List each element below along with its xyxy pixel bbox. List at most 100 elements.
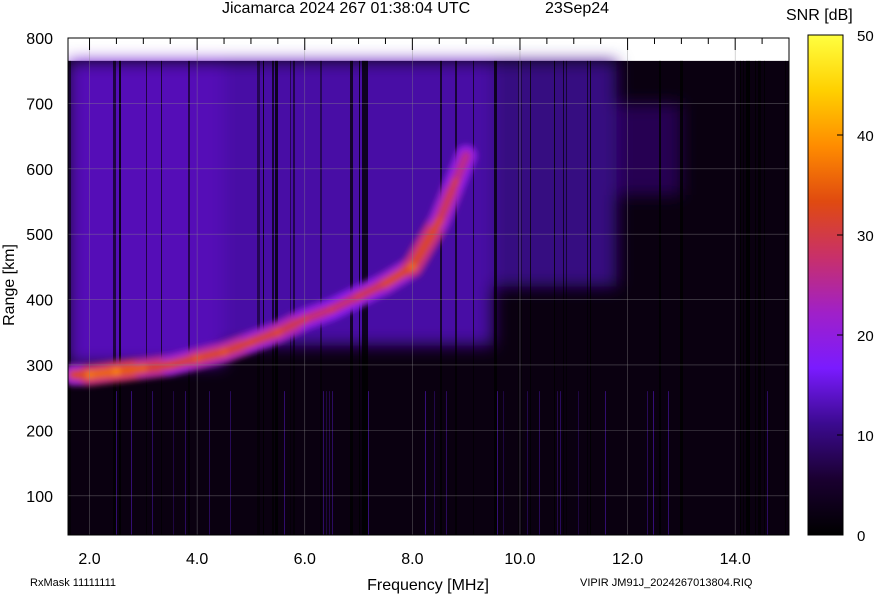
echo-trace-point [435,217,444,226]
x-tick-label: 4.0 [186,551,208,568]
colorbar-tick-label: 0 [857,528,865,545]
dark-striation [764,60,765,535]
noise-striation [446,391,447,535]
noise-striation [173,391,174,535]
echo-trace-point [451,177,460,186]
y-tick-label: 600 [26,162,53,179]
dark-striation [272,60,274,535]
noise-striation [185,391,186,535]
y-tick-label: 400 [26,293,53,310]
dark-striation [566,60,567,535]
dark-striation [659,60,661,535]
noise-striation [557,391,558,535]
x-tick-label: 12.0 [612,551,643,568]
colorbar-tick-label: 20 [857,328,874,345]
noise-striation [605,391,606,535]
x-tick-label: 8.0 [401,551,423,568]
dark-striation [293,60,295,535]
noise-striation [653,391,654,535]
dark-striation [680,60,683,535]
dark-striation [146,60,147,535]
y-tick-label: 100 [26,489,53,506]
heatmap-area [68,38,789,535]
dark-striation [518,60,519,535]
noise-striation [425,391,426,535]
x-tick-label: 6.0 [294,551,316,568]
dark-striation [563,60,564,535]
colorbar-tick-label: 40 [857,128,874,145]
dark-striation [530,60,531,535]
noise-striation [368,391,369,535]
noise-striation [209,391,210,535]
dark-striation [119,60,121,535]
dark-striation [275,60,278,535]
noise-striation [326,391,327,535]
noise-striation [329,391,330,535]
dark-striation [161,60,162,535]
noise-striation [647,391,648,535]
dark-striation [188,60,190,535]
colorbar-tick-label: 50 [857,28,874,45]
y-tick-label: 300 [26,358,53,375]
dark-striation [743,60,744,535]
dark-striation [455,60,457,535]
dark-striation [263,60,264,535]
echo-trace-point [327,305,336,314]
y-tick-label: 700 [26,96,53,113]
noise-striation [323,391,324,535]
noise-striation [497,391,498,535]
noise-striation [230,391,231,535]
diffuse-region [616,103,682,195]
y-tick-label: 800 [26,31,53,48]
noise-striation [767,391,768,535]
x-tick-label: 10.0 [504,551,535,568]
echo-trace-point [354,292,363,301]
echo-trace-point [273,328,282,337]
dark-striation [590,60,591,535]
colorbar [807,34,844,536]
y-axis-label: Range [km] [1,244,18,326]
dark-striation [440,60,442,535]
echo-trace-point [381,279,390,288]
dark-striation [755,60,756,535]
echo-trace-point [220,347,229,356]
x-tick-label: 14.0 [720,551,751,568]
colorbar-tick-label: 10 [857,428,874,445]
dark-striation [320,60,322,535]
noise-striation [434,391,435,535]
noise-striation [527,391,528,535]
dark-striation [257,60,260,535]
dark-striation [785,60,786,535]
echo-trace-point [112,367,121,376]
dark-striation [113,60,116,535]
dark-striation [587,60,588,535]
noise-striation [668,391,669,535]
y-tick-label: 500 [26,227,53,244]
colorbar-label: SNR [dB] [786,7,853,24]
noise-striation [539,391,540,535]
noise-striation [560,391,561,535]
noise-striation [116,391,117,535]
noise-striation [284,391,285,535]
colorbar-tick-label: 30 [857,228,874,245]
dark-striation [740,60,741,535]
dark-striation [473,60,474,535]
echo-trace-point [246,338,255,347]
dark-striation [749,60,750,535]
dark-striation [494,60,497,535]
echo-trace-point [69,370,78,379]
noise-striation [131,391,132,535]
x-tick-label: 2.0 [78,551,100,568]
dark-striation [521,60,522,535]
ionogram-chart: 2.0 4.0 6.0 8.0 10.0 12.0 14.01002003004005006… [1,7,874,594]
dark-striation [554,60,555,535]
echo-trace-point [462,151,471,160]
y-tick-label: 200 [26,423,53,440]
noise-striation [503,391,504,535]
noise-striation [578,391,579,535]
noise-striation [332,391,333,535]
dark-striation [290,60,291,535]
echo-trace-point [139,364,148,373]
dark-striation [746,60,749,535]
dark-striation [758,60,761,535]
